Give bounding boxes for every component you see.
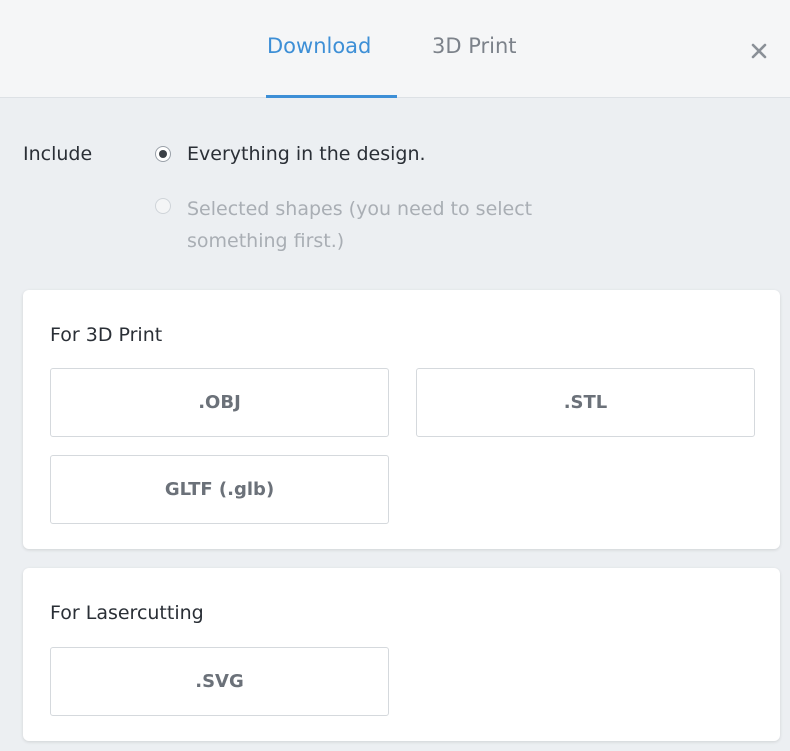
card-3d-print-title: For 3D Print [50, 324, 163, 346]
radio-everything-label[interactable]: Everything in the design. [187, 141, 426, 167]
include-label: Include [23, 143, 93, 165]
stl-button[interactable]: .STL [416, 368, 755, 437]
gltf-button[interactable]: GLTF (.glb) [50, 455, 389, 524]
dialog-header: Download 3D Print [0, 0, 790, 98]
card-lasercutting: For Lasercutting .SVG [23, 568, 780, 741]
svg-button[interactable]: .SVG [50, 647, 389, 716]
radio-everything[interactable] [155, 146, 171, 162]
close-icon [751, 43, 767, 59]
tab-download[interactable]: Download [267, 32, 371, 60]
close-button[interactable] [744, 36, 774, 66]
active-tab-indicator [266, 95, 397, 98]
obj-button[interactable]: .OBJ [50, 368, 389, 437]
tab-3d-print[interactable]: 3D Print [432, 32, 517, 60]
card-3d-print: For 3D Print .OBJ .STL GLTF (.glb) [23, 290, 780, 549]
card-lasercutting-title: For Lasercutting [50, 602, 204, 624]
radio-selected-shapes [155, 198, 171, 214]
radio-selected-shapes-label: Selected shapes (you need to select some… [187, 198, 533, 252]
